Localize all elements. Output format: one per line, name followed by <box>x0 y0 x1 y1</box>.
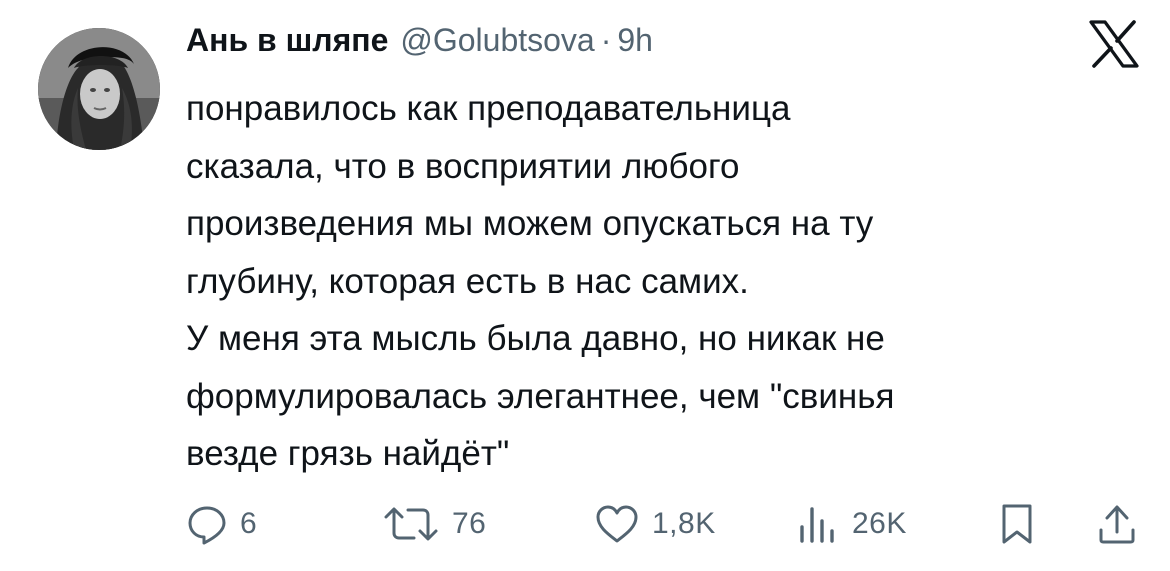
x-logo-icon[interactable] <box>1088 20 1140 68</box>
separator-dot: · <box>600 22 612 58</box>
author-handle[interactable]: @Golubtsova <box>400 22 594 59</box>
like-button[interactable]: 1,8K <box>594 496 716 552</box>
reply-icon <box>188 506 226 545</box>
tweet-text-line: понравилось как преподавательница <box>186 89 791 128</box>
repost-button[interactable]: 76 <box>382 496 486 552</box>
author-name[interactable]: Ань в шляпе <box>186 22 388 59</box>
tweet-text-line: везде грязь найдёт" <box>186 434 510 473</box>
repost-icon <box>384 507 438 541</box>
tweet-actions: 6 76 1,8K 26K <box>186 496 1146 552</box>
bookmark-icon <box>1002 504 1032 544</box>
tweet-text: понравилось как преподавательница сказал… <box>186 80 1126 483</box>
tweet-text-line: произведения мы можем опускаться на ту <box>186 204 874 243</box>
tweet-text-line: сказала, что в восприятии любого <box>186 146 740 186</box>
tweet-timestamp[interactable]: 9h <box>617 22 653 59</box>
bookmark-button[interactable] <box>1000 496 1034 552</box>
views-count: 26K <box>852 507 907 540</box>
share-button[interactable] <box>1096 496 1138 552</box>
avatar-photo <box>38 28 160 150</box>
tweet-header: Ань в шляпе @Golubtsova · 9h <box>186 22 653 62</box>
like-count: 1,8K <box>652 507 716 540</box>
tweet-text-line: У меня эта мысль была давно, но никак не <box>186 319 885 358</box>
share-icon <box>1099 505 1135 544</box>
repost-count: 76 <box>452 507 487 540</box>
views-button[interactable]: 26K <box>796 496 907 552</box>
reply-count: 6 <box>240 507 258 540</box>
views-icon <box>800 507 834 543</box>
heart-icon <box>596 505 638 543</box>
avatar[interactable] <box>38 28 160 150</box>
tweet-text-line: формулировалась элегантнее, чем "свинья <box>186 376 895 416</box>
tweet-text-line: глубину, которая есть в нас самих. <box>186 261 749 301</box>
reply-button[interactable]: 6 <box>186 496 257 552</box>
